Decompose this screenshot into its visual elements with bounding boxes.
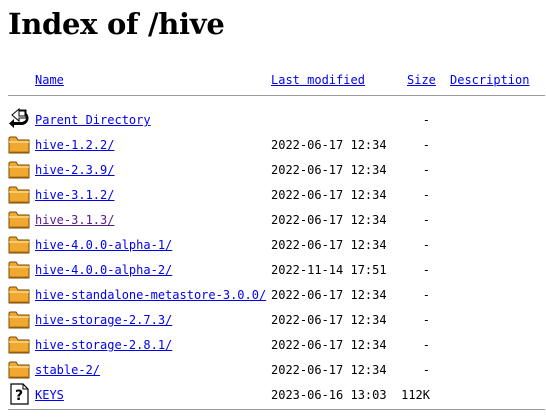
entry-link[interactable]: hive-3.1.2/ — [35, 188, 114, 202]
entry-link[interactable]: KEYS — [35, 388, 64, 402]
size-cell: - — [422, 338, 430, 352]
last-modified-cell: 2022-11-14 17:51 — [271, 263, 387, 277]
last-modified-cell: 2022-06-17 12:34 — [271, 313, 387, 327]
folder-icon — [8, 233, 30, 255]
sort-by-description-link[interactable]: Description — [450, 73, 529, 87]
size-cell: - — [422, 238, 430, 252]
size-cell: - — [422, 213, 430, 227]
entry-link[interactable]: hive-3.1.3/ — [35, 213, 114, 227]
folder-icon — [8, 133, 30, 155]
size-cell: - — [422, 188, 430, 202]
size-cell: 112K — [401, 388, 430, 402]
size-cell: - — [422, 113, 430, 127]
svg-text:?: ? — [15, 388, 23, 404]
parent-directory-link[interactable]: Parent Directory — [35, 113, 151, 127]
last-modified-cell: 2022-06-17 12:34 — [271, 213, 387, 227]
last-modified-cell: 2022-06-17 12:34 — [271, 288, 387, 302]
back-arrow-icon — [8, 107, 30, 130]
size-cell: - — [422, 288, 430, 302]
folder-icon — [8, 183, 30, 205]
entry-link[interactable]: hive-storage-2.8.1/ — [35, 338, 172, 352]
size-cell: - — [422, 163, 430, 177]
entry-link[interactable]: hive-2.3.9/ — [35, 163, 114, 177]
page-title: Index of /hive — [8, 7, 225, 41]
last-modified-cell: 2022-06-17 12:34 — [271, 363, 387, 377]
folder-icon — [8, 283, 30, 305]
sort-by-name-link[interactable]: Name — [35, 73, 64, 87]
footer-divider — [8, 409, 545, 410]
last-modified-cell: 2022-06-17 12:34 — [271, 188, 387, 202]
sort-by-size-link[interactable]: Size — [407, 73, 436, 87]
sort-by-last-modified-link[interactable]: Last modified — [271, 73, 365, 87]
last-modified-cell: 2022-06-17 12:34 — [271, 138, 387, 152]
entry-link[interactable]: hive-4.0.0-alpha-1/ — [35, 238, 172, 252]
size-cell: - — [422, 313, 430, 327]
last-modified-cell: 2023-06-16 13:03 — [271, 388, 387, 402]
size-cell: - — [422, 263, 430, 277]
file-row: ? KEYS 2023-06-16 13:03 112K — [0, 383, 546, 420]
last-modified-cell: 2022-06-17 12:34 — [271, 338, 387, 352]
folder-icon — [8, 258, 30, 280]
entry-link[interactable]: hive-4.0.0-alpha-2/ — [35, 263, 172, 277]
size-cell: - — [422, 138, 430, 152]
folder-icon — [8, 333, 30, 355]
last-modified-cell: 2022-06-17 12:34 — [271, 238, 387, 252]
last-modified-cell: 2022-06-17 12:34 — [271, 163, 387, 177]
folder-icon — [8, 308, 30, 330]
size-cell: - — [422, 363, 430, 377]
entry-link[interactable]: hive-storage-2.7.3/ — [35, 313, 172, 327]
entry-link[interactable]: stable-2/ — [35, 363, 100, 377]
folder-icon — [8, 358, 30, 380]
entry-link[interactable]: hive-1.2.2/ — [35, 138, 114, 152]
unknown-file-icon: ? — [8, 383, 30, 405]
header-divider — [8, 95, 545, 96]
folder-icon — [8, 158, 30, 180]
folder-icon — [8, 208, 30, 230]
entry-link[interactable]: hive-standalone-metastore-3.0.0/ — [35, 288, 266, 302]
